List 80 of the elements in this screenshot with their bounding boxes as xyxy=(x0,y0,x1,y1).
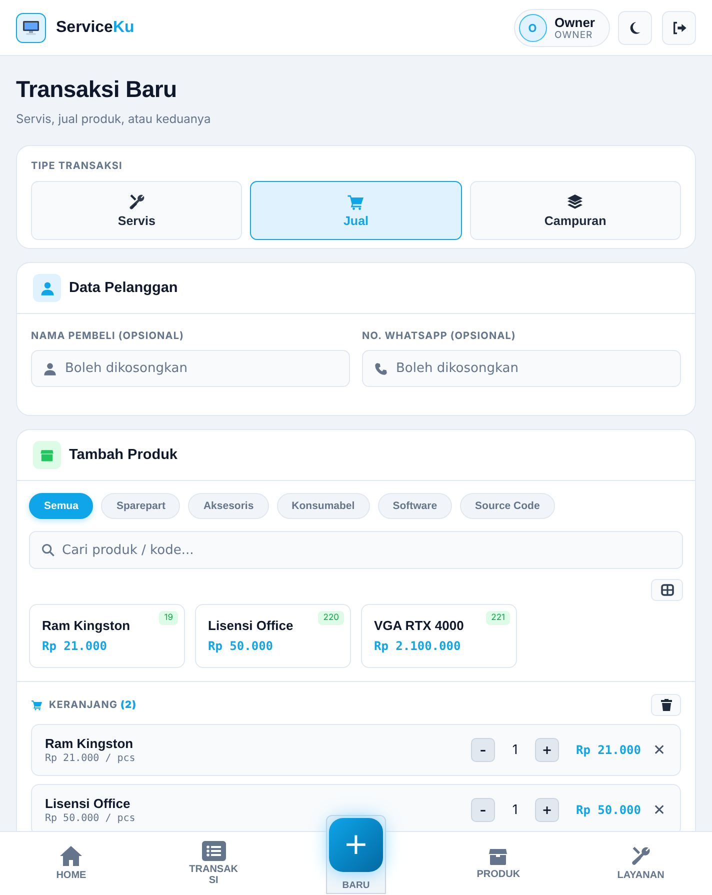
nav-item[interactable]: HOME xyxy=(0,832,142,895)
field-label: NAMA PEMBELI (OPSIONAL) xyxy=(31,330,185,342)
nav-label: BARU xyxy=(342,880,370,891)
cart-icon xyxy=(31,699,43,711)
logout-button[interactable] xyxy=(662,10,696,44)
cart-item-name: Lisensi Office xyxy=(45,796,132,811)
product-name: Ram Kingston xyxy=(42,618,132,633)
user-role: OWNER xyxy=(554,30,594,40)
product-tile[interactable]: Ram Kingston Rp 21.000 19 xyxy=(29,604,185,668)
user-name: Owner xyxy=(554,14,595,30)
product-tile[interactable]: VGA RTX 4000 Rp 2.100.000 221 xyxy=(361,604,517,668)
user-icon xyxy=(43,362,57,376)
category-chip[interactable]: Sparepart xyxy=(101,493,180,519)
category-chip[interactable]: Semua xyxy=(29,493,94,519)
card-title: Tambah Produk xyxy=(69,447,178,463)
decrease-button[interactable]: – xyxy=(471,738,495,762)
product-icon xyxy=(33,441,61,469)
add-button[interactable]: + xyxy=(328,818,383,872)
search-icon xyxy=(41,543,55,557)
grid-icon xyxy=(660,584,674,596)
user-menu[interactable]: O Owner OWNER xyxy=(514,8,610,46)
grid-view-button[interactable] xyxy=(651,579,683,601)
stock-badge: 221 xyxy=(486,611,510,625)
quantity: 1 xyxy=(511,802,519,818)
remove-button[interactable]: ✕ xyxy=(653,801,666,819)
list-icon xyxy=(202,841,226,861)
product-price: Rp 2.100.000 xyxy=(374,639,462,653)
cart-label: KERANJANG (2) xyxy=(49,699,137,711)
category-chip[interactable]: Source Code xyxy=(460,493,555,519)
cart-item-unit-price: Rp 50.000 / pcs xyxy=(45,813,136,824)
cart-item-unit-price: Rp 21.000 / pcs xyxy=(45,753,136,764)
transaction-type-option[interactable]: Campuran xyxy=(470,181,681,240)
category-chip[interactable]: Aksesoris xyxy=(188,493,269,519)
nav-item[interactable]: PRODUK xyxy=(427,832,570,895)
box-icon xyxy=(488,846,508,866)
user-avatar: O xyxy=(518,14,547,42)
product-name: VGA RTX 4000 xyxy=(374,618,465,633)
user-icon xyxy=(40,280,54,296)
search-field[interactable]: Cari produk / kode... xyxy=(29,531,683,569)
decrease-button[interactable]: – xyxy=(471,798,495,822)
cart-item-name: Ram Kingston xyxy=(45,736,134,751)
tools-icon xyxy=(630,845,652,868)
nav-item[interactable]: LAYANAN xyxy=(570,832,712,895)
category-chip[interactable]: Software xyxy=(378,493,452,519)
cart-item-total: Rp 21.000 xyxy=(575,743,641,757)
category-chip[interactable]: Konsumabel xyxy=(276,493,370,519)
transaction-type-option[interactable]: Jual xyxy=(250,181,462,240)
transaction-type-option[interactable]: Servis xyxy=(31,181,242,240)
tools-icon xyxy=(128,193,146,211)
increase-button[interactable]: + xyxy=(535,798,559,822)
logo-icon xyxy=(16,12,46,42)
page-subtitle: Servis, jual produk, atau keduanya xyxy=(16,111,212,126)
layers-icon xyxy=(566,193,584,211)
increase-button[interactable]: + xyxy=(535,738,559,762)
home-icon xyxy=(59,845,84,868)
clear-cart-button[interactable] xyxy=(651,694,681,716)
product-price: Rp 50.000 xyxy=(208,639,274,653)
trash-icon xyxy=(660,699,672,711)
moon-icon xyxy=(628,20,642,34)
card-title: Data Pelanggan xyxy=(69,280,178,296)
new-transaction-tab[interactable]: + BARU xyxy=(326,815,386,894)
cart-item-total: Rp 50.000 xyxy=(575,803,641,817)
cart-icon xyxy=(346,193,365,211)
product-name: Lisensi Office xyxy=(208,618,294,633)
stock-badge: 220 xyxy=(318,611,344,625)
quantity: 1 xyxy=(511,742,519,758)
page-title: Transaksi Baru xyxy=(16,76,178,103)
remove-button[interactable]: ✕ xyxy=(653,741,666,759)
logout-icon xyxy=(671,20,687,36)
nav-item[interactable]: TRANSAKSI xyxy=(142,832,285,895)
phone-icon xyxy=(374,362,388,376)
theme-toggle-button[interactable] xyxy=(618,10,652,44)
section-label: TIPE TRANSAKSI xyxy=(31,160,124,172)
input-field[interactable]: Boleh dikosongkan xyxy=(362,350,681,387)
brand-name: ServiceKu xyxy=(56,18,134,36)
product-price: Rp 21.000 xyxy=(42,639,108,653)
product-tile[interactable]: Lisensi Office Rp 50.000 220 xyxy=(195,604,351,668)
field-label: NO. WHATSAPP (OPSIONAL) xyxy=(362,330,517,342)
stock-badge: 19 xyxy=(159,611,178,625)
input-field[interactable]: Boleh dikosongkan xyxy=(31,350,350,387)
